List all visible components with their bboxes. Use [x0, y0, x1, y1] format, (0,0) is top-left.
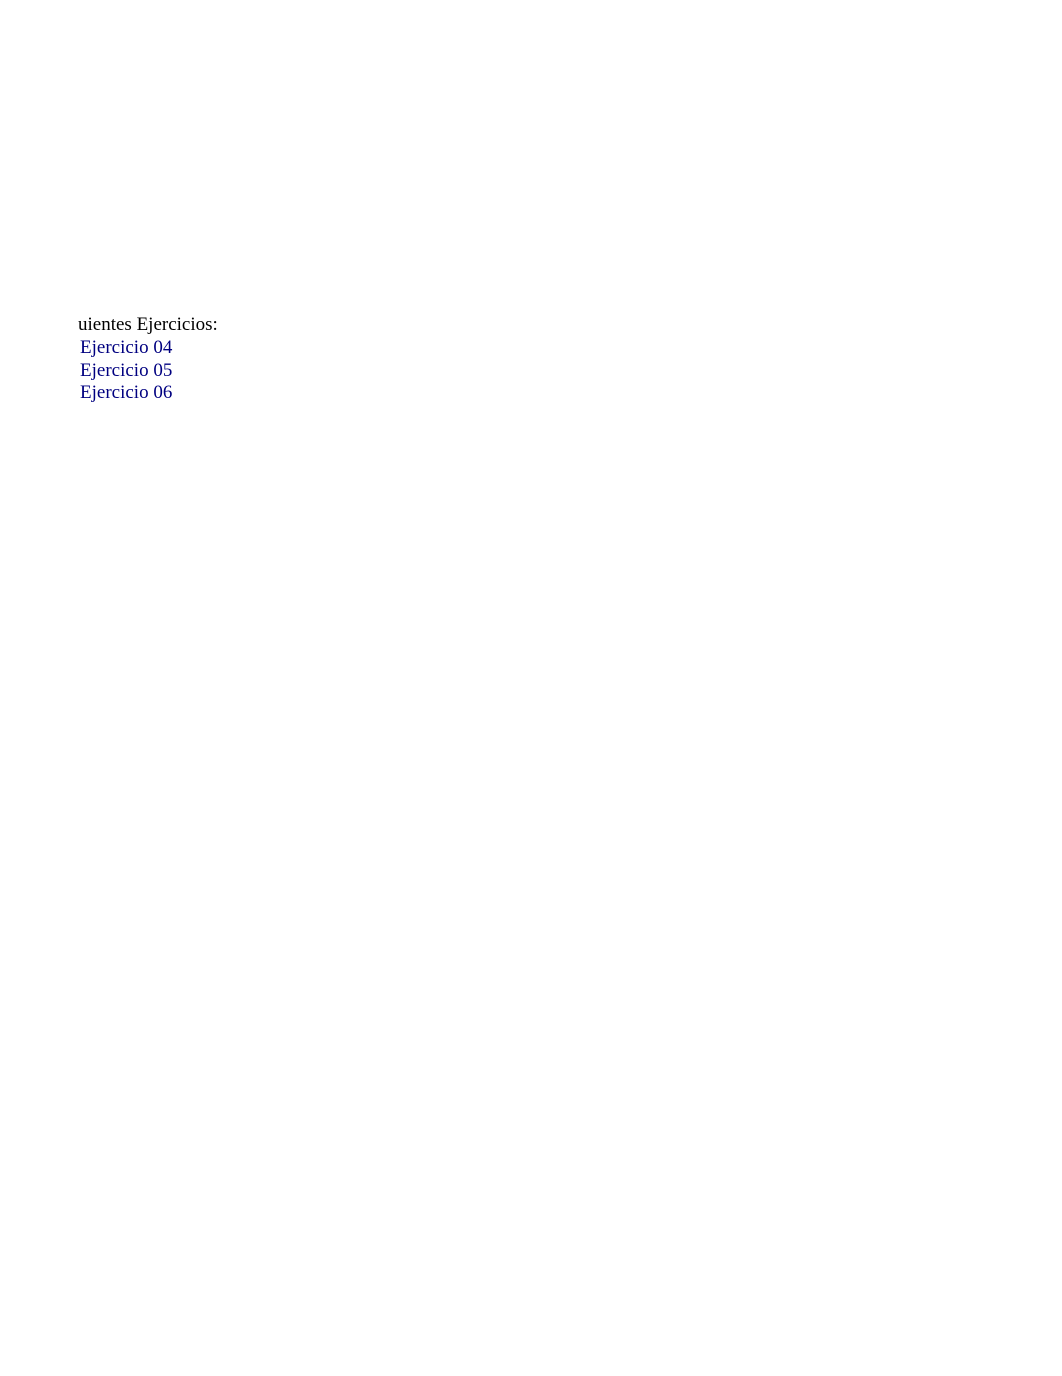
exercise-link-06[interactable]: Ejercicio 06 [80, 382, 172, 403]
exercises-heading: uientes Ejercicios: [78, 314, 218, 337]
exercise-link-05[interactable]: Ejercicio 05 [80, 360, 172, 381]
exercise-link-04[interactable]: Ejercicio 04 [80, 337, 172, 358]
